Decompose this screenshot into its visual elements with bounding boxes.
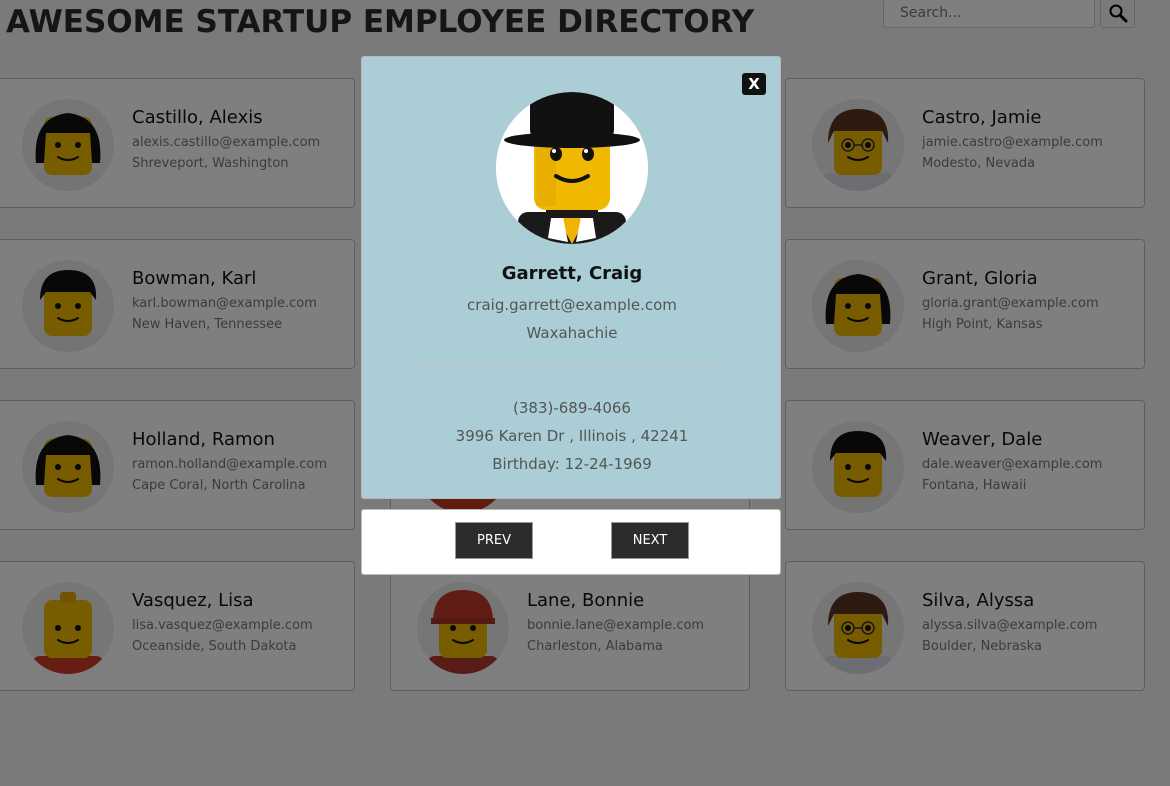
- modal-email: craig.garrett@example.com: [467, 296, 677, 314]
- modal-name: Garrett, Craig: [501, 263, 643, 284]
- modal-birthday: Birthday: 12-24-1969: [492, 455, 652, 473]
- modal-avatar: [496, 92, 648, 244]
- lego-top-hat-avatar-icon: [496, 92, 648, 244]
- modal-address: 3996 Karen Dr , Illinois , 42241: [455, 427, 689, 445]
- close-button[interactable]: X: [742, 73, 766, 95]
- modal-divider: [413, 367, 728, 368]
- employee-modal: X Garrett, Craig craig.garrett@example.c…: [361, 56, 781, 499]
- modal-city: Waxahachie: [526, 324, 618, 342]
- prev-button[interactable]: PREV: [455, 522, 533, 559]
- modal-phone: (383)-689-4066: [513, 399, 631, 417]
- employee-directory-page: AWESOME STARTUP EMPLOYEE DIRECTORY Casti…: [0, 0, 1170, 786]
- next-button[interactable]: NEXT: [611, 522, 689, 559]
- modal-nav-bar: PREV NEXT: [361, 509, 781, 575]
